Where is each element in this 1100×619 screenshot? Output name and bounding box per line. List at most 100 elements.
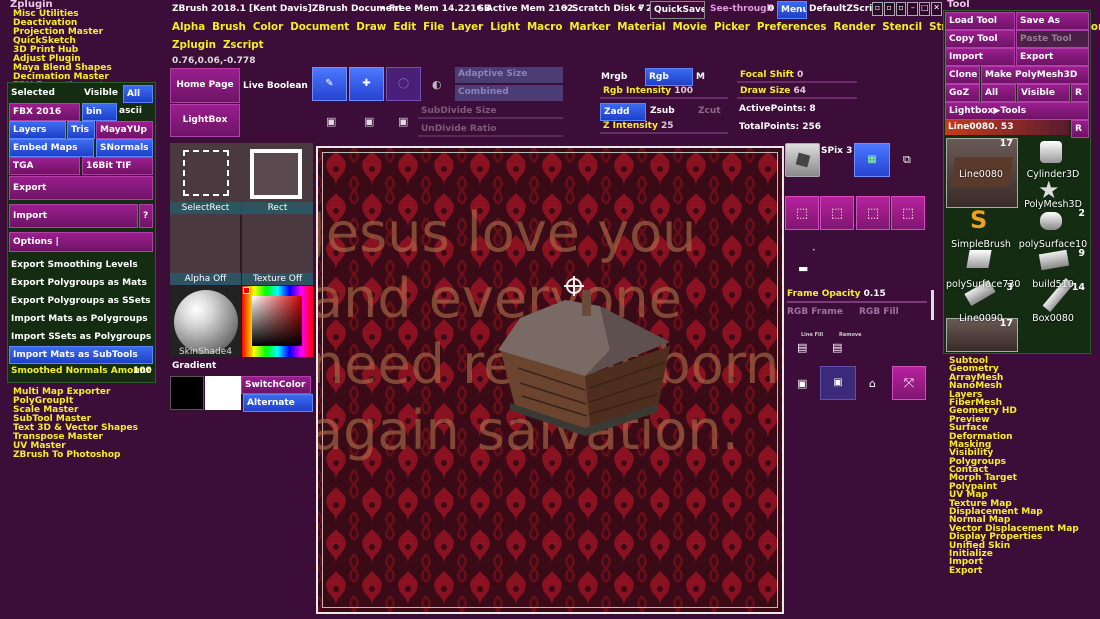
seethrough-label[interactable]: See-through xyxy=(710,4,773,15)
lightbox-button[interactable]: LightBox xyxy=(170,104,240,137)
load-tool-button[interactable]: Load Tool xyxy=(945,12,1015,30)
layout-icon-3[interactable]: ▫ xyxy=(895,2,907,16)
scale-icon[interactable]: ▣ xyxy=(326,115,336,128)
menu-zscript[interactable]: Zscript xyxy=(223,39,264,51)
switchcolor-button[interactable]: SwitchColor xyxy=(241,376,311,394)
all-button[interactable]: All xyxy=(123,85,153,103)
smoothed-normals-label[interactable]: Smoothed Normals Amount xyxy=(11,366,150,377)
menu-alpha[interactable]: Alpha xyxy=(172,21,205,33)
plugin-menu-item[interactable]: ZBrush To Photoshop xyxy=(13,451,138,460)
alternate-button[interactable]: Alternate xyxy=(243,394,313,412)
menu-light[interactable]: Light xyxy=(490,21,520,33)
mayayup-button[interactable]: MayaYUp xyxy=(96,121,153,139)
lsym-button[interactable]: ⬚ xyxy=(891,196,925,230)
current-tool-slider[interactable]: Line0080. 53 xyxy=(945,120,1069,135)
menu-color[interactable]: Color xyxy=(253,21,283,33)
spix-slider[interactable]: SPix 3 xyxy=(821,146,852,157)
bin-button[interactable]: bin xyxy=(82,103,117,121)
undivide-ratio-slider[interactable]: UnDivide Ratio xyxy=(418,122,563,137)
menus-button[interactable]: Menus xyxy=(777,1,807,19)
export-button[interactable]: Export xyxy=(9,176,153,200)
secondary-color-swatch[interactable] xyxy=(170,376,204,410)
goz-button[interactable]: GoZ xyxy=(945,84,980,102)
menu-document[interactable]: Document xyxy=(290,21,349,33)
quicksave-button[interactable]: QuickSave xyxy=(650,1,705,19)
import-mats-subtools-button[interactable]: Import Mats as SubTools xyxy=(9,346,153,364)
select-rect-icon[interactable] xyxy=(183,150,229,196)
adaptive-size-slider[interactable]: Adaptive Size xyxy=(455,67,563,83)
alpha-off-label[interactable]: Alpha Off xyxy=(170,273,241,285)
texture-off-label[interactable]: Texture Off xyxy=(242,273,313,285)
xpose-button[interactable]: ⤧ xyxy=(892,366,926,400)
menu-macro[interactable]: Macro xyxy=(527,21,562,33)
local-button[interactable]: ⬚ xyxy=(856,196,890,230)
export-tool-button[interactable]: Export xyxy=(1016,48,1089,66)
right-scrollbar[interactable] xyxy=(931,290,934,320)
m-button[interactable]: M xyxy=(696,72,705,83)
menu-edit[interactable]: Edit xyxy=(393,21,416,33)
persp-button[interactable]: ⬚ xyxy=(785,196,819,230)
zsub-button[interactable]: Zsub xyxy=(650,106,675,117)
rotate-icon[interactable]: ▣ xyxy=(364,115,374,128)
frame-opacity-slider[interactable]: Frame Opacity 0.15 xyxy=(787,289,886,300)
tool-tile[interactable] xyxy=(946,168,1016,210)
move-icon-small[interactable]: ▣ xyxy=(398,115,408,128)
export-polygroups-mats-toggle[interactable]: Export Polygroups as Mats xyxy=(11,278,147,289)
rgb-frame-button[interactable]: RGB Frame xyxy=(787,307,843,318)
rgb-fill-button[interactable]: RGB Fill xyxy=(859,307,899,318)
color-saturation-box[interactable] xyxy=(252,296,302,346)
menu-layer[interactable]: Layer xyxy=(451,21,483,33)
make-polymesh-button[interactable]: Make PolyMesh3D xyxy=(981,66,1089,84)
move-mode-button[interactable]: ◯ xyxy=(386,67,421,101)
tool-tile[interactable]: 17 xyxy=(946,318,1016,360)
menu-draw[interactable]: Draw xyxy=(356,21,386,33)
layout-icon-2[interactable]: ▫ xyxy=(883,2,895,16)
clone-button[interactable]: Clone xyxy=(945,66,980,84)
tool-tile[interactable]: polySurface10 2 xyxy=(1018,208,1088,250)
close-icon[interactable]: ✕ xyxy=(931,2,942,16)
import-ssets-polygroups-toggle[interactable]: Import SSets as Polygroups xyxy=(11,332,151,343)
bpr-button[interactable] xyxy=(785,143,820,177)
remove-icon[interactable]: ▤ xyxy=(832,341,842,354)
tga-button[interactable]: TGA xyxy=(9,157,80,175)
layout-icon-1[interactable]: ▫ xyxy=(872,2,883,16)
draw-mode-button[interactable]: ✚ xyxy=(349,67,384,101)
snormals-button[interactable]: SNormals xyxy=(96,139,153,157)
select-rect-label[interactable]: SelectRect xyxy=(170,202,241,214)
remove-label[interactable]: Remove xyxy=(839,330,862,341)
copy-tool-button[interactable]: Copy Tool xyxy=(945,30,1015,48)
goz-visible-button[interactable]: Visible xyxy=(1017,84,1070,102)
minimize-icon[interactable]: – xyxy=(907,2,919,16)
ghost-button[interactable]: ▣ xyxy=(820,366,856,400)
rect-icon[interactable] xyxy=(250,149,302,199)
paste-tool-button[interactable]: Paste Tool xyxy=(1016,30,1089,48)
line-fill-label[interactable]: Line Fill xyxy=(801,330,823,341)
help-button[interactable]: ? xyxy=(139,204,153,228)
scroll-button[interactable]: ▦ xyxy=(854,143,890,177)
rect-label[interactable]: Rect xyxy=(242,202,313,214)
line-fill-icon[interactable]: ▤ xyxy=(797,341,807,354)
menu-movie[interactable]: Movie xyxy=(672,21,707,33)
menu-zplugin[interactable]: Zplugin xyxy=(172,39,216,51)
menu-stencil[interactable]: Stencil xyxy=(882,21,922,33)
gradient-label[interactable]: Gradient xyxy=(172,361,216,372)
lightbox-tools-button[interactable]: Lightbox▶Tools xyxy=(945,102,1089,120)
edit-mode-button[interactable]: ✎ xyxy=(312,67,347,101)
document-canvas[interactable]: Jesus love you and everyone need repent … xyxy=(316,146,784,614)
z-intensity-slider[interactable]: Z Intensity 25 xyxy=(600,119,728,134)
main-color-swatch[interactable] xyxy=(205,376,241,410)
transp-icon[interactable]: ▣ xyxy=(797,377,807,390)
menu-brush[interactable]: Brush xyxy=(212,21,246,33)
import-mats-polygroups-toggle[interactable]: Import Mats as Polygroups xyxy=(11,314,148,325)
export-polygroups-ssets-toggle[interactable]: Export Polygroups as SSets xyxy=(11,296,150,307)
tif-button[interactable]: 16Bit TIF xyxy=(82,157,153,175)
home-page-button[interactable]: Home Page xyxy=(170,68,240,103)
combined-button[interactable]: Combined xyxy=(455,85,563,101)
menu-material[interactable]: Material xyxy=(617,21,665,33)
menu-picker[interactable]: Picker xyxy=(714,21,750,33)
live-boolean-button[interactable]: Live Boolean xyxy=(243,81,308,92)
fbx2016-button[interactable]: FBX 2016 xyxy=(9,103,80,121)
solo-icon[interactable]: ⌂ xyxy=(869,377,876,390)
tool-menu-item[interactable]: Export xyxy=(949,566,1079,575)
import-button[interactable]: Import xyxy=(9,204,138,228)
